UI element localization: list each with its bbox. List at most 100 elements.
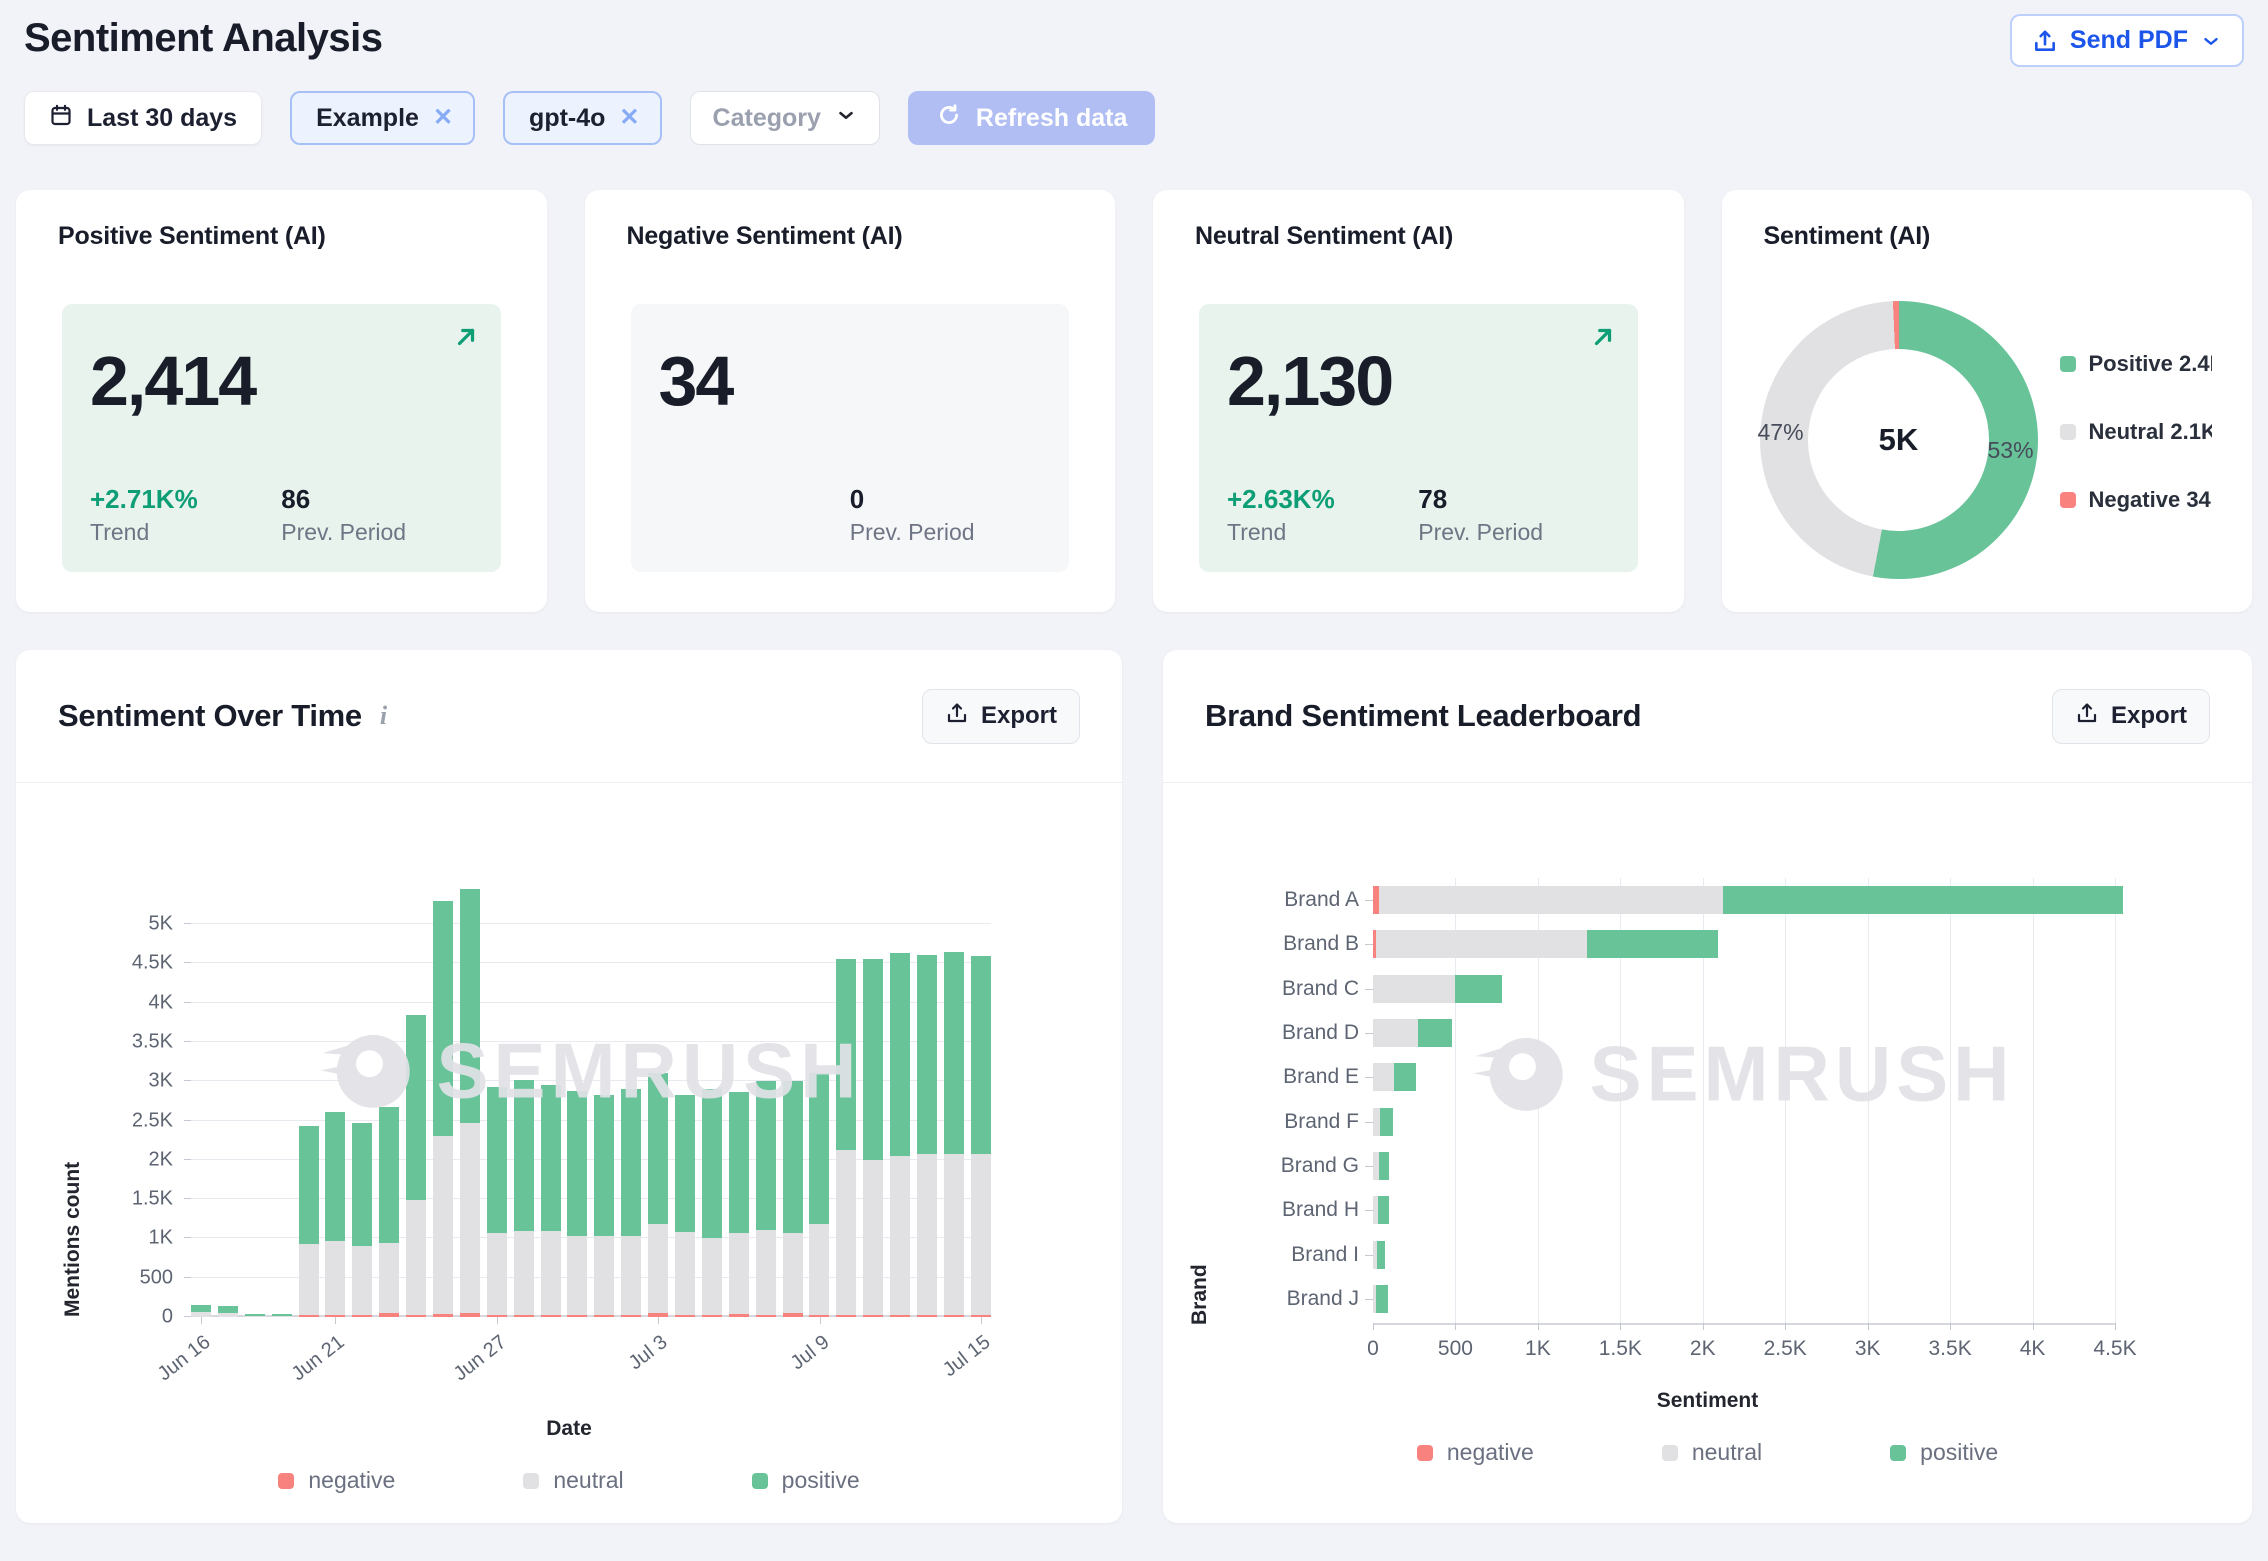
neutral-segment [352,1246,372,1315]
positive-segment [594,1095,614,1235]
time-bar [729,1092,749,1317]
y-tick-mark [1365,1033,1373,1034]
y-tick-mark [1365,989,1373,990]
y-tick-label: 2K [149,1148,173,1171]
x-axis-labels: 05001K1.5K2K2.5K3K3.5K4K4.5K [1373,1323,2115,1383]
time-bar [191,1305,211,1317]
neutral-segment [406,1200,426,1315]
brand-chart-legend: negativeneutralpositive [1163,1439,2252,1466]
prev-value: 78 [1418,484,1609,515]
refresh-data-button[interactable]: Refresh data [908,91,1155,145]
kpi-title: Neutral Sentiment (AI) [1153,190,1684,251]
time-bar [621,1089,641,1317]
filter-chip-example[interactable]: Example ✕ [290,91,475,145]
time-bar [487,1087,507,1317]
negative-segment [406,1315,426,1317]
brand-bar [1373,1241,1385,1269]
kpi-prev: 78 Prev. Period [1418,484,1609,546]
y-tick-label: 0 [162,1306,173,1329]
close-icon[interactable]: ✕ [619,106,639,130]
prev-label: Prev. Period [1418,519,1609,546]
positive-segment [406,1015,426,1200]
y-tick-mark [1365,1122,1373,1123]
positive-segment [890,953,910,1156]
negative-segment [594,1315,614,1317]
filter-chip-gpt-4o[interactable]: gpt-4o ✕ [503,91,661,145]
neutral-segment [460,1123,480,1314]
calendar-icon [49,103,73,134]
x-tick-mark [201,1317,202,1324]
y-tick-mark [184,923,191,924]
brand-bar [1373,930,1718,958]
brand-labels: Brand ABrand BBrand CBrand DBrand EBrand… [1213,878,1373,1321]
donut-card-title: Sentiment (AI) [1722,190,2253,251]
neutral-segment [191,1312,211,1317]
negative-segment [299,1315,319,1317]
y-tick-label: 500 [140,1266,173,1289]
trend-label: Trend [90,519,281,546]
positive-percent-label: 53% [1988,437,2034,464]
brand-leaderboard-panel: Brand Sentiment Leaderboard Export Brand… [1163,650,2252,1523]
x-tick-label: 2.5K [1764,1337,1807,1361]
prev-label: Prev. Period [850,519,1041,546]
time-plot: SEMRUSH Jun 16Jun 21Jun 27Jul 3Jul 9Jul … [191,877,991,1317]
refresh-label: Refresh data [976,104,1127,133]
neutral-segment [272,1316,292,1317]
negative-swatch [2060,492,2076,508]
export-button[interactable]: Export [2052,689,2210,744]
close-icon[interactable]: ✕ [433,106,453,130]
brand-plot: SEMRUSH 05001K1.5K2K2.5K3K3.5K4K4.5K [1373,878,2115,1325]
brand-bar [1373,1019,1452,1047]
y-tick-label: 4.5K [132,952,173,975]
send-pdf-button[interactable]: Send PDF [2010,14,2244,67]
positive-segment [863,959,883,1160]
x-axis-labels: Jun 16Jun 21Jun 27Jul 3Jul 9Jul 15 [191,1317,991,1407]
kpi-tile: 34 0 Prev. Period [631,304,1070,572]
x-tick-mark [658,1317,659,1324]
negative-segment [809,1315,829,1317]
y-axis-title: Mentions count [60,877,86,1317]
x-tick-label: 2K [1690,1337,1716,1361]
x-tick-label: Jun 16 [106,1331,215,1423]
donut-chart: 5K 47% 53% [1760,301,2038,579]
negative-segment [971,1315,991,1317]
sentiment-donut-card: Sentiment (AI) 5K 47% 53% Positive 2.4KN… [1722,190,2253,612]
info-icon[interactable]: i [380,701,387,731]
y-tick-mark [1365,1077,1373,1078]
category-dropdown[interactable]: Category [690,91,880,145]
kpi-trend: +2.63K% Trend [1227,484,1418,546]
trend-up-arrow-icon [1590,324,1616,355]
export-label: Export [981,702,1057,730]
sentiment-over-time-panel: Sentiment Over Time i Export Mentions co… [16,650,1122,1523]
y-tick-mark [1365,1166,1373,1167]
negative-swatch [278,1473,294,1489]
x-tick-label: Jun 27 [402,1331,511,1423]
brand-label: Brand F [1213,1099,1373,1143]
brand-label: Brand J [1213,1277,1373,1321]
neutral-segment [514,1231,534,1314]
neutral-segment [1376,930,1587,958]
legend-label: negative [308,1467,395,1494]
gridline [2033,878,2034,1323]
y-tick-mark [184,1198,191,1199]
time-bar [675,1095,695,1317]
negative-segment [433,1314,453,1317]
export-button[interactable]: Export [922,689,1080,744]
x-tick-label: 500 [1438,1337,1473,1361]
negative-segment [379,1313,399,1317]
x-tick-mark [2115,1323,2116,1330]
time-bar [406,1015,426,1317]
neutral-segment [944,1154,964,1315]
legend-label: positive [1920,1439,1998,1466]
date-range-button[interactable]: Last 30 days [24,91,262,145]
y-tick-label: 3.5K [132,1031,173,1054]
negative-segment [756,1315,776,1317]
neutral-segment [675,1232,695,1315]
kpi-value: 2,130 [1227,346,1610,416]
neutral-segment [299,1244,319,1315]
chevron-down-icon [2200,30,2222,52]
negative-segment [541,1315,561,1317]
prev-label: Prev. Period [281,519,472,546]
x-tick-mark [1620,1323,1621,1330]
time-bar [594,1095,614,1317]
